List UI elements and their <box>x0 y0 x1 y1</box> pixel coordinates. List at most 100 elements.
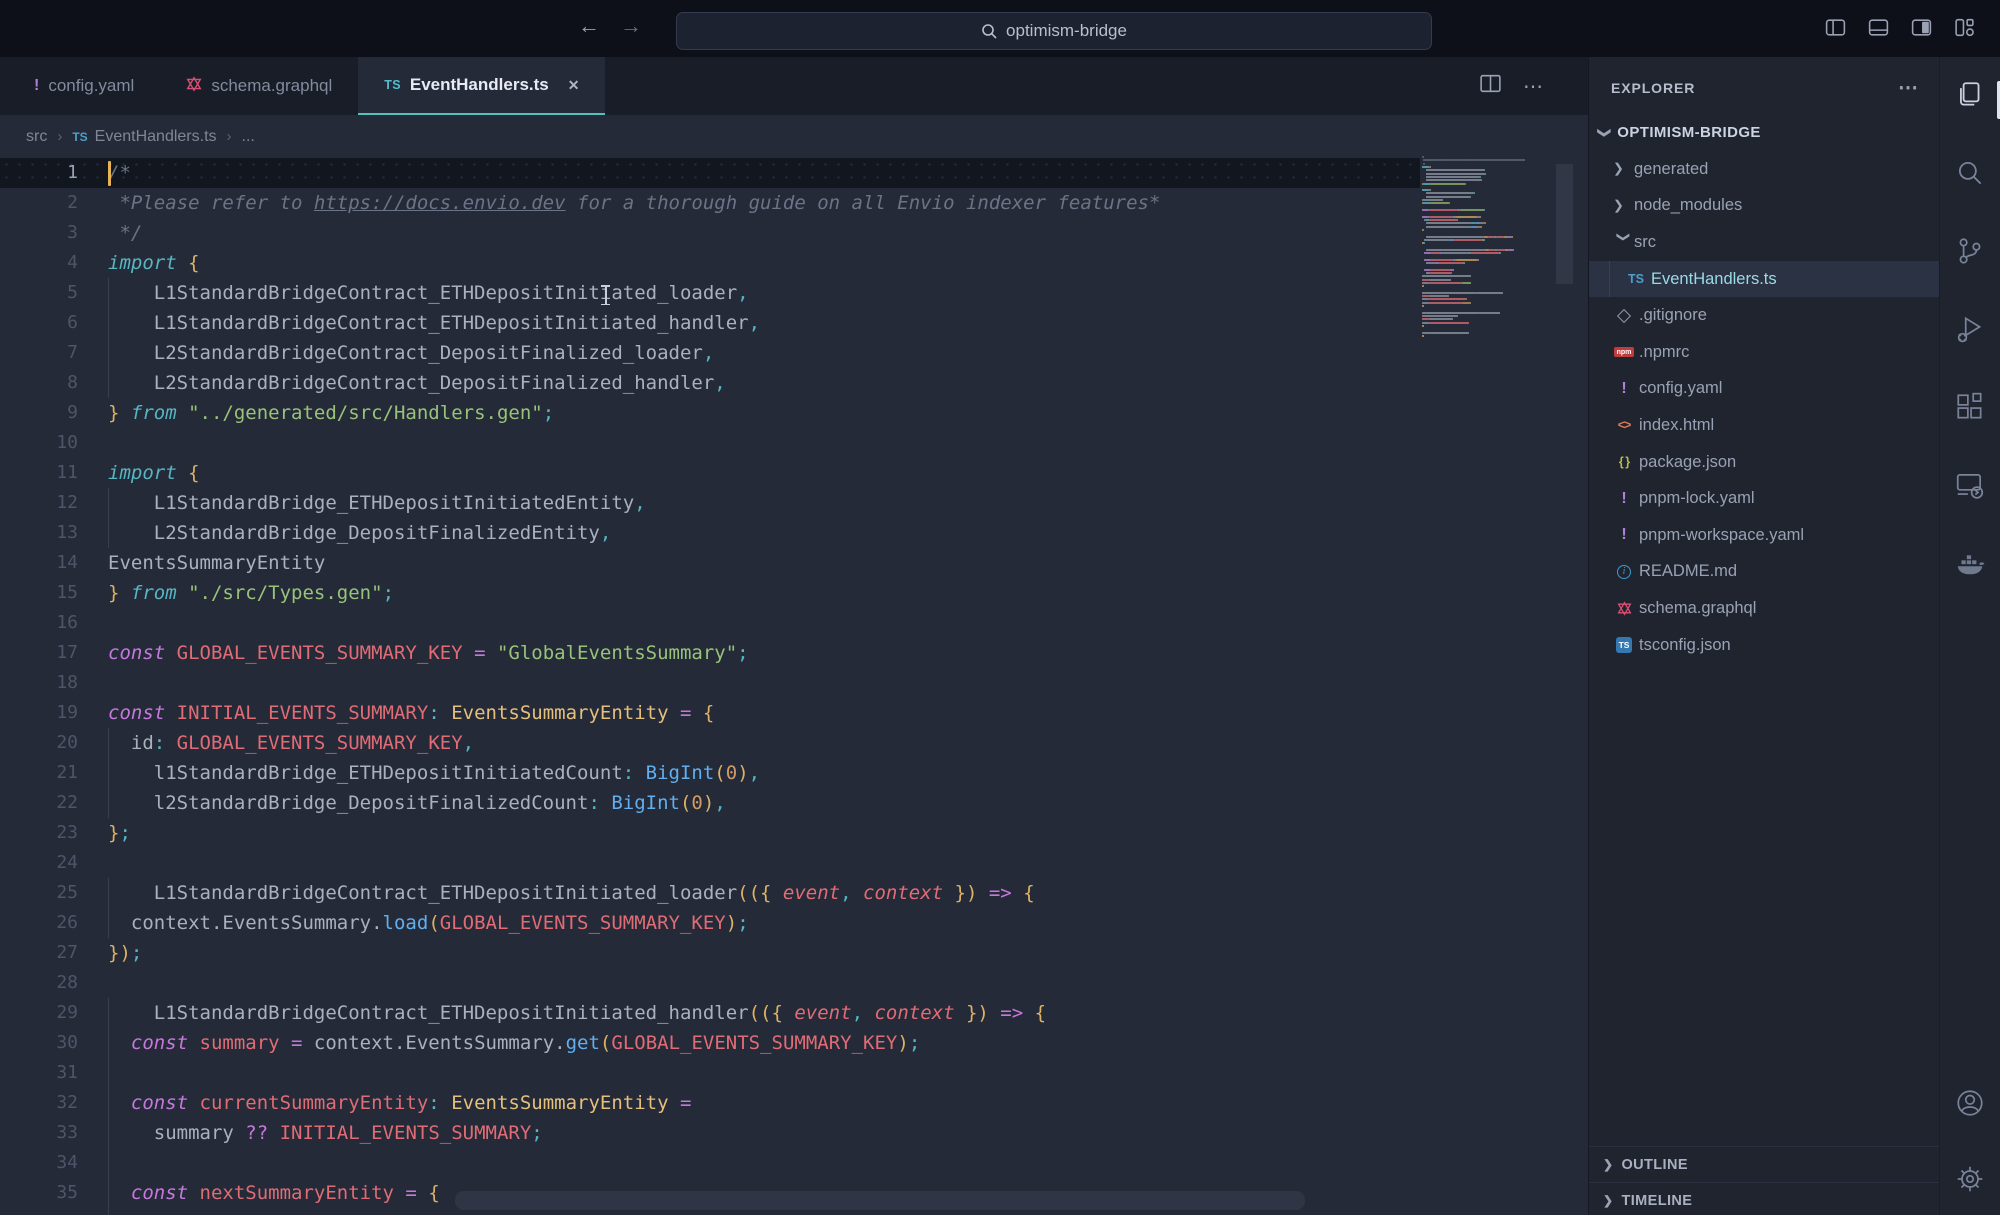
files-explorer-icon[interactable] <box>1954 79 1986 111</box>
breadcrumb-src[interactable]: src <box>26 128 47 146</box>
code-line-14[interactable]: 14EventsSummaryEntity <box>0 548 1420 578</box>
code-line-34[interactable]: 34 <box>0 1148 1420 1178</box>
file-row-config-yaml[interactable]: !config.yaml <box>1589 371 1939 408</box>
file-row--gitignore[interactable]: .gitignore <box>1589 297 1939 334</box>
code-line-17[interactable]: 17const GLOBAL_EVENTS_SUMMARY_KEY = "Glo… <box>0 638 1420 668</box>
code-line-12[interactable]: 12 L1StandardBridge_ETHDepositInitiatedE… <box>0 488 1420 518</box>
code-line-33[interactable]: 33 summary ?? INITIAL_EVENTS_SUMMARY; <box>0 1118 1420 1148</box>
run-debug-icon[interactable] <box>1954 313 1986 345</box>
line-number: 14 <box>0 548 78 578</box>
code-line-9[interactable]: 9} from "../generated/src/Handlers.gen"; <box>0 398 1420 428</box>
code-line-24[interactable]: 24 <box>0 848 1420 878</box>
file-row-src[interactable]: ❯src <box>1589 224 1939 261</box>
line-number: 26 <box>0 908 78 938</box>
code-line-23[interactable]: 23}; <box>0 818 1420 848</box>
section-label: OUTLINE <box>1621 1157 1687 1173</box>
toggle-panel-right-icon[interactable] <box>1910 16 1933 39</box>
code-line-16[interactable]: 16 <box>0 608 1420 638</box>
tab-schema-graphql[interactable]: schema.graphql <box>160 57 358 115</box>
source-control-icon[interactable] <box>1954 235 1986 267</box>
chevron-right-icon: ❯ <box>1603 1157 1613 1171</box>
file-row-package-json[interactable]: { }package.json <box>1589 444 1939 481</box>
tab-label: schema.graphql <box>211 76 332 96</box>
code-line-15[interactable]: 15} from "./src/Types.gen"; <box>0 578 1420 608</box>
search-icon[interactable] <box>1954 157 1986 189</box>
code-line-2[interactable]: 2 *Please refer to https://docs.envio.de… <box>0 188 1420 218</box>
code-line-1[interactable]: 1/* <box>0 158 1420 188</box>
file-row-pnpm-workspace-yaml[interactable]: !pnpm-workspace.yaml <box>1589 517 1939 554</box>
code-line-20[interactable]: 20 id: GLOBAL_EVENTS_SUMMARY_KEY, <box>0 728 1420 758</box>
code-line-22[interactable]: 22 l2StandardBridge_DepositFinalizedCoun… <box>0 788 1420 818</box>
code-line-28[interactable]: 28 <box>0 968 1420 998</box>
file-row-node-modules[interactable]: ❯node_modules <box>1589 188 1939 225</box>
line-number: 17 <box>0 638 78 668</box>
code-line-32[interactable]: 32 const currentSummaryEntity: EventsSum… <box>0 1088 1420 1118</box>
code-line-6[interactable]: 6 L1StandardBridgeContract_ETHDepositIni… <box>0 308 1420 338</box>
remote-explorer-icon[interactable] <box>1954 469 1986 501</box>
editor-more-actions-icon[interactable]: ⋯ <box>1523 74 1544 99</box>
workspace-root-row[interactable]: ❯ OPTIMISM-BRIDGE <box>1589 114 1939 151</box>
line-number: 12 <box>0 488 78 518</box>
close-tab-icon[interactable]: ✕ <box>568 77 580 94</box>
code-line-19[interactable]: 19const INITIAL_EVENTS_SUMMARY: EventsSu… <box>0 698 1420 728</box>
code-line-18[interactable]: 18 <box>0 668 1420 698</box>
breadcrumb: src › TS EventHandlers.ts › ... <box>0 115 1588 158</box>
nav-forward-button[interactable]: → <box>620 13 642 39</box>
line-number: 32 <box>0 1088 78 1118</box>
code-line-13[interactable]: 13 L2StandardBridge_DepositFinalizedEnti… <box>0 518 1420 548</box>
code-line-30[interactable]: 30 const summary = context.EventsSummary… <box>0 1028 1420 1058</box>
file-row-index-html[interactable]: <>index.html <box>1589 407 1939 444</box>
code-line-11[interactable]: 11import { <box>0 458 1420 488</box>
titlebar: ← → optimism-bridge <box>0 0 2000 57</box>
tab-eventhandlers-ts[interactable]: TS EventHandlers.ts ✕ <box>358 57 605 115</box>
file-row-tsconfig-json[interactable]: TStsconfig.json <box>1589 627 1939 664</box>
breadcrumb-symbol[interactable]: ... <box>242 128 255 146</box>
file-row-readme-md[interactable]: iREADME.md <box>1589 554 1939 591</box>
breadcrumb-file[interactable]: EventHandlers.ts <box>95 128 217 146</box>
code-line-4[interactable]: 4import { <box>0 248 1420 278</box>
vertical-scrollbar[interactable] <box>1556 164 1573 284</box>
file-row-generated[interactable]: ❯generated <box>1589 151 1939 188</box>
code-line-10[interactable]: 10 <box>0 428 1420 458</box>
code-line-26[interactable]: 26 context.EventsSummary.load(GLOBAL_EVE… <box>0 908 1420 938</box>
code-line-3[interactable]: 3 */ <box>0 218 1420 248</box>
toggle-panel-bottom-icon[interactable] <box>1867 16 1890 39</box>
line-number: 4 <box>0 248 78 278</box>
code-line-27[interactable]: 27}); <box>0 938 1420 968</box>
code-line-25[interactable]: 25 L1StandardBridgeContract_ETHDepositIn… <box>0 878 1420 908</box>
minimap[interactable] <box>1422 156 1553 338</box>
extensions-icon[interactable] <box>1954 391 1986 423</box>
nav-back-button[interactable]: ← <box>578 13 600 39</box>
tab-config-yaml[interactable]: ! config.yaml <box>8 57 160 115</box>
toggle-panel-left-icon[interactable] <box>1824 16 1847 39</box>
activity-bar <box>1939 57 2000 1215</box>
code-editor[interactable]: 1/*2 *Please refer to https://docs.envio… <box>0 158 1588 1215</box>
file-label: src <box>1634 233 1656 252</box>
code-line-8[interactable]: 8 L2StandardBridgeContract_DepositFinali… <box>0 368 1420 398</box>
file-row-eventhandlers-ts[interactable]: TSEventHandlers.ts <box>1589 261 1939 298</box>
docker-icon[interactable] <box>1954 547 1986 579</box>
line-number: 11 <box>0 458 78 488</box>
command-center-search[interactable]: optimism-bridge <box>676 12 1432 50</box>
customize-layout-icon[interactable] <box>1953 16 1976 39</box>
account-icon[interactable] <box>1954 1087 1986 1119</box>
file-row-pnpm-lock-yaml[interactable]: !pnpm-lock.yaml <box>1589 480 1939 517</box>
line-number: 31 <box>0 1058 78 1088</box>
split-editor-icon[interactable] <box>1478 71 1503 101</box>
file-row-schema-graphql[interactable]: schema.graphql <box>1589 590 1939 627</box>
explorer-more-actions-icon[interactable]: ⋯ <box>1898 75 1919 100</box>
file-row--npmrc[interactable]: npm.npmrc <box>1589 334 1939 371</box>
code-line-5[interactable]: 5 L1StandardBridgeContract_ETHDepositIni… <box>0 278 1420 308</box>
graphql-icon <box>1613 601 1635 616</box>
horizontal-scrollbar[interactable] <box>455 1191 1305 1210</box>
settings-gear-icon[interactable] <box>1954 1163 1986 1195</box>
indent-guide <box>108 1178 109 1208</box>
code-line-21[interactable]: 21 l1StandardBridge_ETHDepositInitiatedC… <box>0 758 1420 788</box>
line-number: 10 <box>0 428 78 458</box>
code-line-29[interactable]: 29 L1StandardBridgeContract_ETHDepositIn… <box>0 998 1420 1028</box>
code-line-31[interactable]: 31 <box>0 1058 1420 1088</box>
timeline-section[interactable]: ❯ TIMELINE <box>1589 1182 1939 1215</box>
outline-section[interactable]: ❯ OUTLINE <box>1589 1146 1939 1182</box>
line-number: 30 <box>0 1028 78 1058</box>
code-line-7[interactable]: 7 L2StandardBridgeContract_DepositFinali… <box>0 338 1420 368</box>
